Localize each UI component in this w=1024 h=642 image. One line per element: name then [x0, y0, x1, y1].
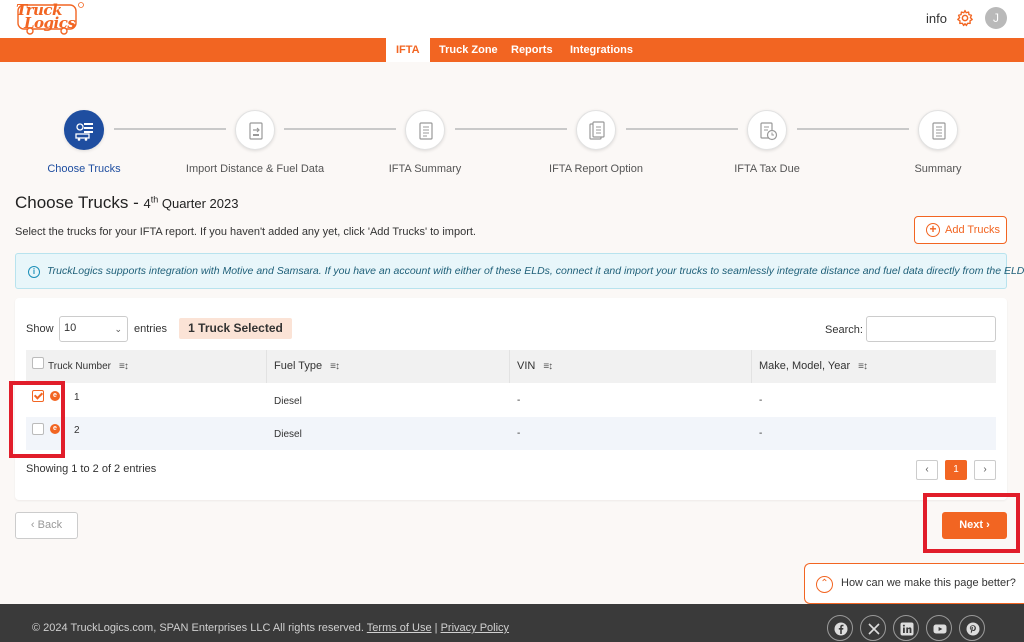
step-connector: [455, 128, 567, 130]
info-link[interactable]: info: [926, 11, 947, 26]
pagination-prev-button[interactable]: ‹: [916, 460, 938, 480]
show-label: Show: [26, 323, 54, 335]
chevron-down-icon: ⌄: [114, 324, 122, 334]
import-document-icon: [249, 122, 263, 140]
step-summary[interactable]: [918, 110, 958, 150]
page-size-select[interactable]: 10 ⌄: [59, 316, 128, 342]
select-all-checkbox[interactable]: [32, 357, 44, 369]
footer-copyright: © 2024 TruckLogics.com, SPAN Enterprises…: [32, 622, 510, 634]
highlight-box-checkboxes: [9, 381, 65, 458]
col-header-fuel-type[interactable]: Fuel Type ≡↕: [274, 350, 340, 383]
chevron-up-icon: ⌃: [816, 576, 833, 593]
feedback-widget[interactable]: ⌃ How can we make this page better?: [804, 563, 1024, 604]
back-button[interactable]: ‹ Back: [15, 512, 78, 539]
step-import-data[interactable]: [235, 110, 275, 150]
step-tax-due[interactable]: [747, 110, 787, 150]
main-nav: IFTA Truck Zone Reports Integrations: [0, 38, 1024, 62]
youtube-icon[interactable]: [926, 615, 952, 641]
add-trucks-button[interactable]: + Add Trucks: [914, 216, 1007, 244]
column-divider: [751, 350, 752, 383]
page-title: Choose Trucks - 4th Quarter 2023: [15, 193, 238, 213]
page-size-value: 10: [64, 322, 77, 334]
step-connector: [626, 128, 738, 130]
info-icon: i: [28, 266, 40, 278]
col-header-vin[interactable]: VIN ≡↕: [517, 350, 553, 383]
table-info: Showing 1 to 2 of 2 entries: [26, 463, 157, 475]
step-label-summary: Summary: [914, 163, 962, 175]
search-input[interactable]: [866, 316, 996, 342]
page-footer: © 2024 TruckLogics.com, SPAN Enterprises…: [0, 604, 1024, 642]
highlight-box-next: [923, 493, 1020, 553]
pagination-next-button[interactable]: ›: [974, 460, 996, 480]
col-header-truck-number[interactable]: Truck Number ≡↕: [48, 350, 129, 383]
search-label: Search:: [825, 324, 863, 336]
step-connector: [284, 128, 396, 130]
page-subtitle: Select the trucks for your IFTA report. …: [15, 226, 476, 238]
step-connector: [797, 128, 909, 130]
report-options-icon: [589, 121, 605, 140]
summary-document-icon: [932, 122, 946, 140]
sort-icon: ≡↕: [543, 361, 553, 372]
table-header: Truck Number ≡↕ Fuel Type ≡↕ VIN ≡↕ Make, M…: [26, 350, 996, 383]
nav-tab-truck-zone[interactable]: Truck Zone: [429, 38, 508, 62]
cell-truck-number: 2: [74, 425, 80, 436]
step-ifta-summary[interactable]: [405, 110, 445, 150]
add-trucks-label: Add Trucks: [945, 224, 1001, 236]
pinterest-icon[interactable]: [959, 615, 985, 641]
cell-fuel-type: Diesel: [274, 396, 302, 407]
gear-icon[interactable]: [956, 9, 974, 27]
x-icon[interactable]: [860, 615, 886, 641]
step-label-tax-due: IFTA Tax Due: [734, 163, 800, 175]
cell-make-model-year: -: [759, 428, 763, 439]
column-divider: [266, 350, 267, 383]
table-row[interactable]: e 1 Diesel - -: [26, 384, 996, 417]
step-label-import: Import Distance & Fuel Data: [185, 163, 325, 175]
selected-count-badge: 1 Truck Selected: [179, 318, 292, 339]
step-label-ifta-summary: IFTA Summary: [388, 163, 462, 175]
cell-truck-number: 1: [74, 392, 80, 403]
step-label-choose-trucks: Choose Trucks: [47, 163, 121, 175]
linkedin-icon[interactable]: [893, 615, 919, 641]
tax-clock-icon: [760, 122, 778, 141]
top-header: Truck Logics info J: [0, 0, 1024, 38]
pagination-page-1[interactable]: 1: [945, 460, 967, 480]
feedback-text: How can we make this page better?: [841, 577, 1016, 589]
col-header-make-model-year[interactable]: Make, Model, Year ≡↕: [759, 350, 868, 383]
cell-vin: -: [517, 428, 521, 439]
alert-text: TruckLogics supports integration with Mo…: [47, 265, 1024, 277]
step-choose-trucks[interactable]: [64, 110, 104, 150]
nav-tab-integrations[interactable]: Integrations: [560, 38, 643, 62]
eld-info-alert: i TruckLogics supports integration with …: [15, 253, 1024, 289]
quarter-label: 4th Quarter 2023: [143, 194, 239, 211]
entries-label: entries: [134, 323, 168, 335]
cell-fuel-type: Diesel: [274, 429, 302, 440]
cell-make-model-year: -: [759, 395, 763, 406]
nav-tab-reports[interactable]: Reports: [501, 38, 563, 62]
sort-icon: ≡↕: [118, 361, 129, 372]
plus-circle-icon: +: [926, 223, 940, 237]
step-connector: [114, 128, 226, 130]
nav-tab-ifta[interactable]: IFTA: [386, 38, 430, 62]
facebook-icon[interactable]: [827, 615, 853, 641]
step-label-report-option: IFTA Report Option: [549, 163, 643, 175]
report-document-icon: [419, 122, 433, 140]
user-avatar[interactable]: J: [985, 7, 1007, 29]
terms-link[interactable]: Terms of Use: [367, 622, 432, 634]
page-title-text: Choose Trucks -: [15, 193, 144, 212]
logo-text: Truck Logics: [16, 1, 76, 32]
table-row[interactable]: e 2 Diesel - -: [26, 417, 996, 450]
cell-vin: -: [517, 395, 521, 406]
column-divider: [509, 350, 510, 383]
step-report-option[interactable]: [576, 110, 616, 150]
sort-icon: ≡↕: [330, 361, 340, 372]
privacy-link[interactable]: Privacy Policy: [441, 622, 509, 634]
truck-list-icon: [75, 123, 93, 141]
sort-icon: ≡↕: [858, 361, 868, 372]
